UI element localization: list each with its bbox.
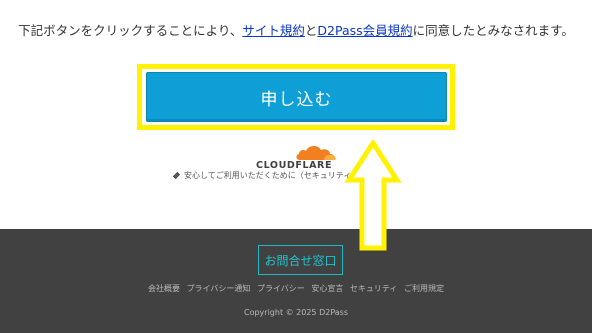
consent-and: と	[304, 23, 318, 38]
footer-link-company[interactable]: 会社概要	[148, 284, 180, 293]
consent-prefix: 下記ボタンをクリックすることにより、	[18, 23, 243, 38]
footer-link-privacy[interactable]: プライバシー	[257, 284, 305, 293]
consent-text: 下記ボタンをクリックすることにより、サイト規約とD2Pass会員規約に同意したと…	[0, 20, 592, 39]
consent-suffix: に同意したとみなされます。	[412, 23, 574, 38]
site-terms-link[interactable]: サイト規約	[242, 23, 305, 38]
footer-links: 会社概要 プライバシー通知 プライバシー 安心宣言 セキュリティ ご利用規定	[0, 283, 592, 294]
link-icon	[172, 171, 181, 180]
member-terms-link[interactable]: D2Pass会員規約	[317, 23, 412, 38]
copyright-text: Copyright © 2025 D2Pass	[243, 308, 349, 317]
submit-button[interactable]: 申し込む	[146, 72, 447, 122]
up-arrow-icon	[344, 140, 402, 251]
footer-link-privacy-notice[interactable]: プライバシー通知	[187, 284, 251, 293]
footer-link-terms[interactable]: ご利用規定	[404, 284, 444, 293]
contact-button[interactable]: お問合せ窓口	[258, 245, 343, 275]
cloudflare-cloud-icon	[296, 145, 336, 160]
footer-link-security[interactable]: セキュリティ	[350, 284, 398, 293]
footer-link-safety[interactable]: 安心宣言	[311, 284, 343, 293]
